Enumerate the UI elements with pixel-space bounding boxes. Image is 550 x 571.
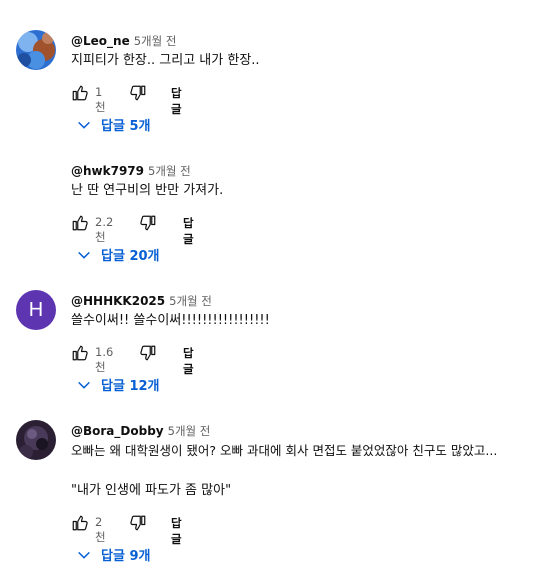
chevron-down-icon [78, 551, 90, 559]
reply-button[interactable]: 답글 [171, 515, 182, 547]
chevron-down-icon [78, 251, 90, 259]
dislike-icon[interactable] [139, 344, 157, 362]
avatar[interactable] [16, 420, 56, 460]
replies-label: 답글 5개 [101, 119, 151, 134]
avatar[interactable] [16, 30, 56, 70]
comment-header: @Bora_Dobby 5개월 전 [71, 420, 210, 438]
comment-text: 난 딴 연구비의 반만 가져가. [71, 183, 224, 198]
dislike-icon[interactable] [129, 514, 147, 532]
comment-text: 쓸수이써!! 쓸수이써!!!!!!!!!!!!!!!!! [71, 313, 270, 328]
timestamp[interactable]: 5개월 전 [169, 294, 212, 308]
like-count: 2천 [95, 515, 106, 544]
like-icon[interactable] [71, 344, 89, 362]
comment-header: @hwk7979 5개월 전 [71, 160, 191, 178]
comment-text: 오빠는 왜 대학원생이 됐어? 오빠 과대에 회사 면접도 붙었었잖아 친구도 … [71, 443, 498, 458]
author-name[interactable]: @hwk7979 [71, 164, 144, 178]
timestamp[interactable]: 5개월 전 [148, 164, 191, 178]
avatar[interactable]: H [16, 290, 56, 330]
like-count: 1.6천 [95, 345, 114, 374]
comment-text: 지피티가 한장.. 그리고 내가 한장.. [71, 53, 260, 68]
chevron-down-icon [78, 381, 90, 389]
replies-label: 답글 20개 [101, 249, 160, 264]
timestamp[interactable]: 5개월 전 [134, 34, 177, 48]
comment-header: @HHHKK2025 5개월 전 [71, 290, 212, 308]
author-name[interactable]: @HHHKK2025 [71, 294, 165, 308]
comment-header: @Leo_ne 5개월 전 [71, 30, 176, 48]
author-name[interactable]: @Bora_Dobby [71, 424, 164, 438]
timestamp[interactable]: 5개월 전 [168, 424, 211, 438]
author-name[interactable]: @Leo_ne [71, 34, 130, 48]
reply-button[interactable]: 답글 [183, 345, 194, 377]
reply-button[interactable]: 답글 [183, 215, 194, 247]
comment-text-line: "내가 인생에 파도가 좀 많아" [71, 483, 232, 498]
like-icon[interactable] [71, 84, 89, 102]
like-count: 2.2천 [95, 215, 114, 244]
replies-label: 답글 12개 [101, 379, 160, 394]
replies-label: 답글 9개 [101, 549, 151, 564]
chevron-down-icon [78, 121, 90, 129]
reply-button[interactable]: 답글 [171, 85, 182, 117]
like-count: 1천 [95, 85, 106, 114]
like-icon[interactable] [71, 514, 89, 532]
dislike-icon[interactable] [129, 84, 147, 102]
dislike-icon[interactable] [139, 214, 157, 232]
like-icon[interactable] [71, 214, 89, 232]
